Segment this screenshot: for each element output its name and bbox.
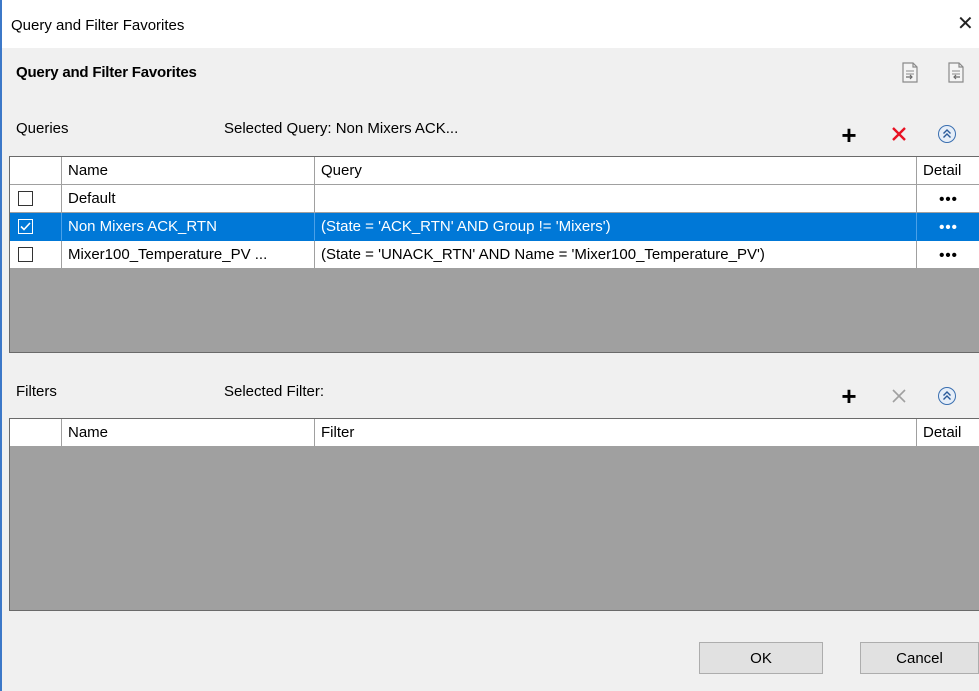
plus-icon: + — [841, 120, 857, 150]
ok-button[interactable]: OK — [699, 642, 823, 674]
collapse-filters-button[interactable] — [936, 385, 958, 407]
row-checkbox[interactable] — [18, 247, 33, 262]
title-bar: Query and Filter Favorites ✕ — [2, 0, 979, 48]
column-header-query[interactable]: Query — [315, 157, 917, 185]
add-filter-button[interactable]: + — [838, 381, 860, 411]
row-checkbox[interactable] — [18, 219, 33, 234]
check-cell — [10, 213, 62, 241]
delete-filter-button[interactable] — [888, 385, 910, 407]
row-checkbox[interactable] — [18, 191, 33, 206]
row-name: Non Mixers ACK_RTN — [62, 213, 315, 241]
window-left-border — [0, 0, 2, 691]
row-query: (State = 'ACK_RTN' AND Group != 'Mixers'… — [315, 213, 917, 241]
table-row[interactable]: Non Mixers ACK_RTN (State = 'ACK_RTN' AN… — [10, 213, 979, 241]
queries-label: Queries — [16, 120, 69, 137]
detail-button[interactable]: ••• — [917, 241, 979, 269]
window-title: Query and Filter Favorites — [11, 17, 185, 34]
table-row[interactable]: Mixer100_Temperature_PV ... (State = 'UN… — [10, 241, 979, 269]
detail-button[interactable]: ••• — [917, 185, 979, 213]
column-header-name[interactable]: Name — [62, 419, 315, 447]
queries-grid: Name Query Detail Default ••• Non Mixers… — [9, 156, 979, 353]
detail-button[interactable]: ••• — [917, 213, 979, 241]
column-header-filter[interactable]: Filter — [315, 419, 917, 447]
cancel-button[interactable]: Cancel — [860, 642, 979, 674]
delete-icon — [892, 127, 906, 141]
filters-header-row: Name Filter Detail — [10, 419, 979, 447]
export-icon[interactable] — [901, 62, 919, 84]
selected-query-label: Selected Query: Non Mixers ACK... — [224, 120, 459, 137]
table-row[interactable]: Default ••• — [10, 185, 979, 213]
add-query-button[interactable]: + — [838, 120, 860, 150]
row-name: Default — [62, 185, 315, 213]
checkmark-icon — [20, 222, 31, 231]
check-cell — [10, 241, 62, 269]
filters-grid: Name Filter Detail — [9, 418, 979, 611]
row-name: Mixer100_Temperature_PV ... — [62, 241, 315, 269]
check-cell — [10, 185, 62, 213]
row-query: (State = 'UNACK_RTN' AND Name = 'Mixer10… — [315, 241, 917, 269]
queries-header-row: Name Query Detail — [10, 157, 979, 185]
import-icon[interactable] — [947, 62, 965, 84]
column-header-detail[interactable]: Detail — [917, 419, 979, 447]
delete-query-button[interactable] — [888, 123, 910, 145]
double-chevron-up-icon — [938, 125, 956, 143]
column-header-name[interactable]: Name — [62, 157, 315, 185]
collapse-queries-button[interactable] — [936, 123, 958, 145]
column-header-detail[interactable]: Detail — [917, 157, 979, 185]
plus-icon: + — [841, 381, 857, 411]
dialog-header: Query and Filter Favorites — [16, 64, 197, 81]
row-query — [315, 185, 917, 213]
filters-label: Filters — [16, 383, 57, 400]
header-check-cell — [10, 157, 62, 185]
header-check-cell — [10, 419, 62, 447]
double-chevron-up-icon — [938, 387, 956, 405]
selected-filter-label: Selected Filter: — [224, 383, 325, 400]
delete-icon — [892, 389, 906, 403]
close-icon[interactable]: ✕ — [957, 14, 974, 34]
